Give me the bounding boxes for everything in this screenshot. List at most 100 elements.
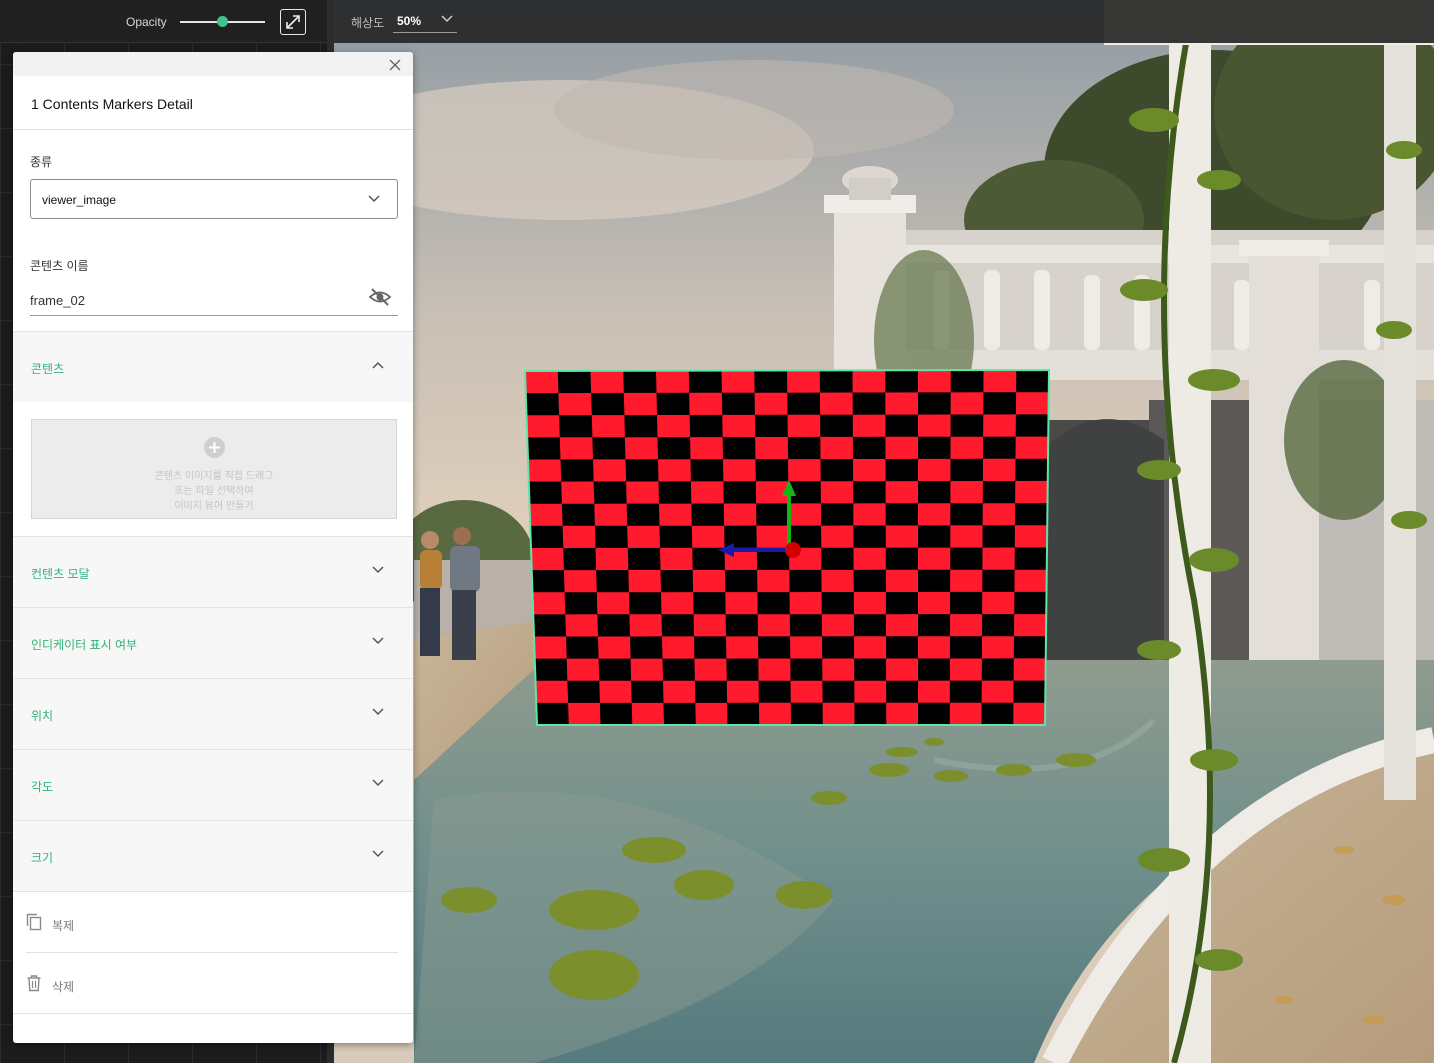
checker-square: [725, 614, 758, 637]
eye-off-icon[interactable]: [368, 287, 392, 307]
checker-square: [624, 415, 658, 438]
section-rotation[interactable]: 각도: [13, 750, 413, 820]
section-contents[interactable]: 콘텐츠: [13, 332, 413, 402]
duplicate-button[interactable]: 복제: [26, 903, 398, 943]
chevron-down-icon: [372, 850, 384, 858]
checker-square: [630, 636, 663, 659]
checker-square: [982, 569, 1015, 592]
checker-square: [721, 392, 755, 415]
checker-square: [982, 525, 1015, 548]
delete-button[interactable]: 삭제: [26, 964, 398, 1004]
divider: [13, 129, 413, 130]
checker-square: [688, 370, 722, 393]
gizmo-origin[interactable]: [785, 542, 801, 558]
checker-square: [982, 481, 1016, 504]
section-title: 크기: [31, 851, 54, 865]
section-size[interactable]: 크기: [13, 821, 413, 891]
checker-square: [854, 658, 887, 681]
checker-square: [1014, 591, 1047, 615]
section-title: 위치: [31, 709, 54, 723]
checker-square: [787, 392, 821, 415]
checker-square: [566, 636, 599, 659]
checker-square: [662, 658, 695, 681]
resolution-value: 50%: [397, 14, 422, 28]
checker-square: [1015, 414, 1049, 437]
checker-square: [597, 614, 630, 637]
checker-square: [560, 459, 594, 482]
checker-square: [885, 370, 918, 393]
checker-square: [950, 370, 984, 393]
checker-square: [853, 614, 886, 637]
editor-toolbar: Opacity: [0, 0, 327, 43]
duplicate-label: 복제: [52, 919, 75, 933]
checker-square: [822, 680, 855, 703]
checker-square: [1014, 503, 1048, 526]
divider: [26, 952, 398, 953]
checker-square: [983, 392, 1017, 415]
checker-square: [527, 437, 561, 460]
checker-square: [592, 437, 626, 460]
checker-square: [1014, 547, 1047, 570]
delete-label: 삭제: [52, 980, 75, 994]
checker-square: [531, 570, 565, 593]
checker-square: [722, 437, 756, 460]
checker-square: [853, 569, 886, 592]
panel-header-bar: [13, 52, 413, 76]
checker-square: [598, 658, 632, 681]
scene-viewer[interactable]: 해상도 50%: [334, 0, 1434, 1063]
checker-square: [885, 414, 918, 437]
checker-square: [663, 702, 696, 725]
upload-hint-line: 이미지 뷰어 만들기: [174, 501, 254, 512]
content-name-input[interactable]: [30, 285, 398, 316]
checker-square: [854, 702, 887, 725]
section-indicator-visibility[interactable]: 인디케이터 표시 여부: [13, 608, 413, 678]
checker-square: [950, 591, 983, 615]
contents-marker-detail-panel: 1 Contents Markers Detail 종류 viewer_imag…: [13, 52, 413, 1043]
add-icon: [204, 437, 225, 458]
opacity-slider-thumb[interactable]: [217, 16, 228, 27]
checker-square: [758, 680, 791, 703]
section-position[interactable]: 위치: [13, 679, 413, 749]
checker-square: [885, 503, 918, 526]
checker-square: [852, 436, 886, 459]
checker-square: [755, 459, 789, 482]
checker-square: [918, 658, 950, 681]
checker-square: [563, 547, 597, 571]
scene-render: [334, 0, 1434, 1063]
checker-square: [918, 525, 951, 548]
opacity-slider[interactable]: [180, 12, 265, 32]
chevron-up-icon: [372, 361, 384, 369]
checker-square: [853, 525, 886, 548]
checker-square: [789, 614, 822, 637]
checker-square: [724, 525, 757, 548]
close-icon[interactable]: [388, 58, 402, 72]
checker-square: [950, 503, 983, 526]
checker-square: [918, 569, 951, 592]
checker-square: [790, 658, 823, 681]
checker-square: [658, 481, 692, 504]
section-title: 콘텐츠: [31, 362, 65, 376]
checker-square: [727, 702, 760, 725]
checker-square: [724, 569, 758, 593]
section-content-modal[interactable]: 컨텐츠 모달: [13, 537, 413, 607]
checker-square: [820, 414, 853, 437]
chevron-down-icon: [372, 566, 384, 574]
checker-square: [628, 592, 662, 615]
checker-square: [625, 459, 659, 482]
checker-square: [533, 614, 566, 637]
checker-square: [534, 658, 568, 681]
checker-square: [918, 481, 951, 504]
checker-square: [564, 592, 598, 615]
chevron-down-icon: [441, 15, 453, 23]
checker-square: [530, 525, 564, 548]
upload-hint-line: 콘텐츠 이미지를 직접 드래그: [154, 471, 274, 482]
checker-square: [525, 393, 560, 416]
resolution-select[interactable]: 50%: [393, 9, 457, 33]
type-select[interactable]: viewer_image: [30, 179, 398, 219]
checker-square: [694, 680, 728, 703]
image-upload-dropzone[interactable]: 콘텐츠 이미지를 직접 드래그 또는 파일 선택하여 이미지 뷰어 만들기: [31, 419, 397, 519]
checker-square: [821, 592, 854, 615]
checker-square: [757, 592, 790, 615]
expand-button[interactable]: [280, 9, 306, 35]
chevron-down-icon: [368, 195, 380, 203]
